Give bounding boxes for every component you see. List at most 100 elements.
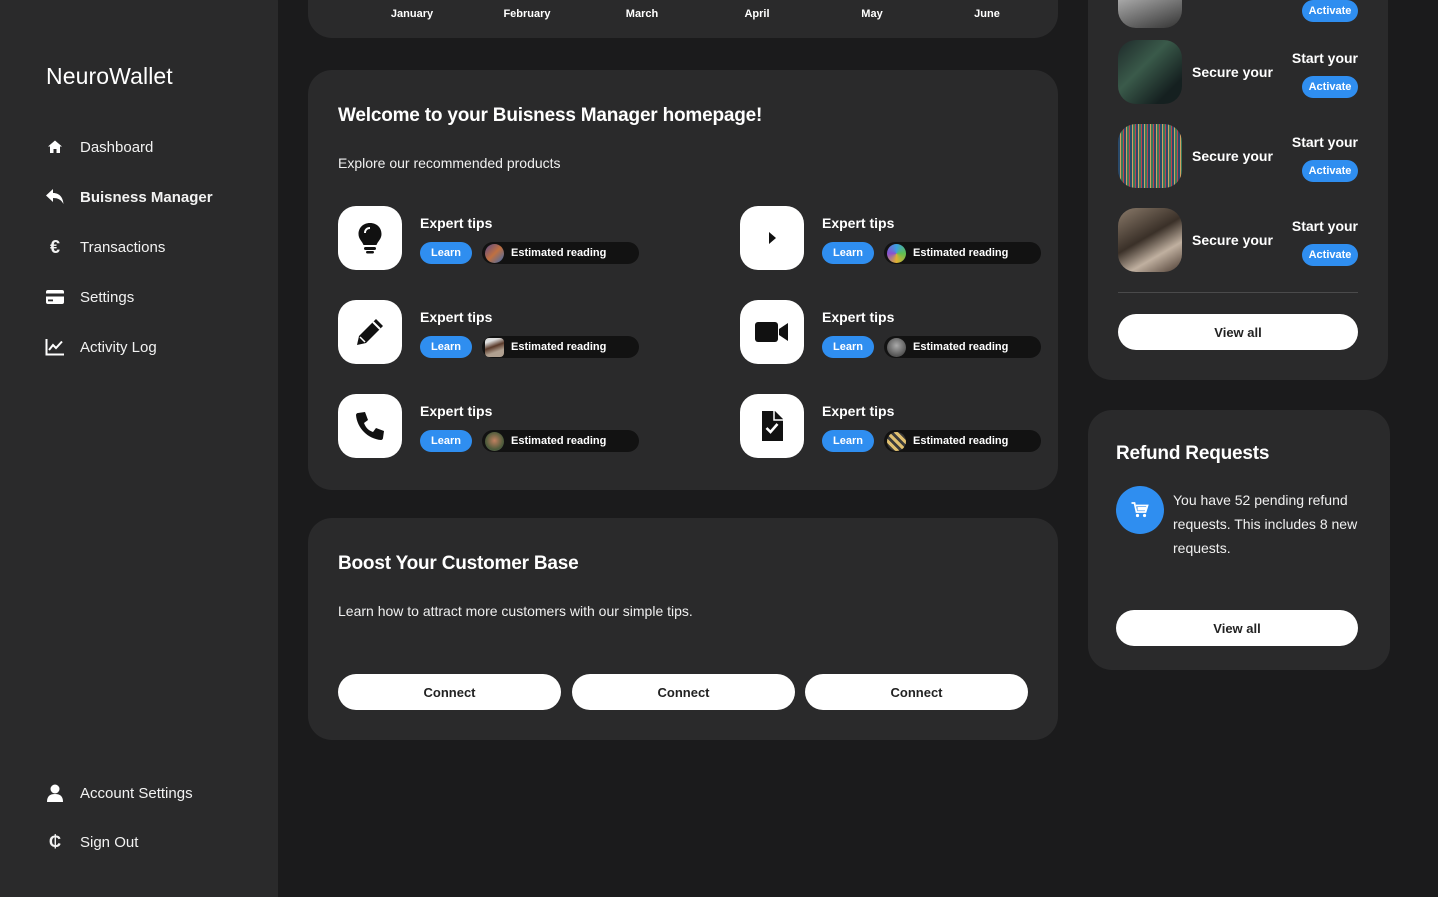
- learn-button[interactable]: Learn: [822, 242, 874, 264]
- sidebar-item-buisness-manager[interactable]: Buisness Manager: [44, 183, 213, 211]
- learn-button[interactable]: Learn: [822, 336, 874, 358]
- learn-button[interactable]: Learn: [420, 336, 472, 358]
- sidebar-item-label: Dashboard: [80, 138, 154, 156]
- month-label: January: [390, 8, 434, 20]
- sidebar-item-settings[interactable]: Settings: [44, 283, 134, 311]
- sidebar-item-label: Account Settings: [80, 784, 193, 802]
- estimated-reading-pill: Estimated reading: [884, 336, 1041, 358]
- estimated-reading-pill: Estimated reading: [482, 430, 639, 452]
- month-label: April: [744, 8, 770, 20]
- tip-title: Expert tips: [420, 215, 493, 231]
- tip-title: Expert tips: [420, 309, 493, 325]
- file-check-icon[interactable]: [740, 394, 804, 458]
- sidebar-item-label: Activity Log: [80, 338, 157, 356]
- tip-card: Expert tips Learn Estimated reading: [338, 394, 639, 458]
- phone-icon[interactable]: [338, 394, 402, 458]
- estimated-reading-pill: Estimated reading: [884, 430, 1041, 452]
- pencil-icon[interactable]: [338, 300, 402, 364]
- tip-title: Expert tips: [822, 309, 895, 325]
- lightbulb-icon[interactable]: [338, 206, 402, 270]
- chart-card: January February March April May June: [308, 0, 1058, 38]
- tip-title: Expert tips: [822, 403, 895, 419]
- learn-button[interactable]: Learn: [420, 430, 472, 452]
- play-icon[interactable]: [740, 206, 804, 270]
- welcome-card: Welcome to your Buisness Manager homepag…: [308, 70, 1058, 490]
- brand-logo: NeuroWallet: [46, 63, 173, 89]
- list-item: Secure your Start your Activate: [1118, 40, 1358, 104]
- connect-button[interactable]: Connect: [338, 674, 561, 710]
- sidebar-item-transactions[interactable]: € Transactions: [44, 233, 165, 261]
- user-icon: [44, 782, 66, 804]
- home-icon: [44, 136, 66, 158]
- estimated-reading-label: Estimated reading: [511, 247, 607, 259]
- month-label: March: [625, 8, 659, 20]
- secure-text: Secure your: [1192, 232, 1273, 248]
- estimated-reading-label: Estimated reading: [511, 435, 607, 447]
- start-text: Start your: [1291, 50, 1358, 66]
- activate-button[interactable]: Activate: [1302, 0, 1358, 22]
- secure-text: Secure your: [1192, 64, 1273, 80]
- avatar: [485, 243, 504, 263]
- tip-card: Expert tips Learn Estimated reading: [338, 206, 639, 270]
- estimated-reading-pill: Estimated reading: [482, 336, 639, 358]
- video-camera-icon[interactable]: [740, 300, 804, 364]
- refund-card: Refund Requests You have 52 pending refu…: [1088, 410, 1390, 670]
- boost-subtitle: Learn how to attract more customers with…: [338, 603, 693, 619]
- activate-button[interactable]: Activate: [1302, 76, 1358, 98]
- sidebar-item-sign-out[interactable]: ₵ Sign Out: [44, 828, 139, 856]
- list-item: Secure your Start your Activate: [1118, 208, 1358, 272]
- boost-card: Boost Your Customer Base Learn how to at…: [308, 518, 1058, 740]
- thumbnail-image: [1118, 124, 1182, 188]
- connect-button[interactable]: Connect: [572, 674, 795, 710]
- secure-card: Activate Secure your Start your Activate…: [1088, 0, 1388, 380]
- credit-card-icon: [44, 286, 66, 308]
- avatar: [887, 243, 906, 263]
- month-label: February: [503, 8, 551, 20]
- reply-arrow-icon: [44, 186, 66, 208]
- divider: [1118, 292, 1358, 293]
- boost-title: Boost Your Customer Base: [338, 553, 579, 574]
- sidebar-item-activity-log[interactable]: Activity Log: [44, 333, 157, 361]
- sidebar-item-label: Settings: [80, 288, 135, 306]
- sidebar-item-label: Transactions: [80, 238, 166, 256]
- sidebar-item-account-settings[interactable]: Account Settings: [44, 779, 193, 807]
- view-all-button[interactable]: View all: [1118, 314, 1358, 350]
- tip-title: Expert tips: [420, 403, 493, 419]
- avatar: [485, 337, 504, 357]
- welcome-title: Welcome to your Buisness Manager homepag…: [338, 105, 763, 126]
- refund-text: You have 52 pending refund requests. Thi…: [1173, 492, 1358, 556]
- tip-title: Expert tips: [822, 215, 895, 231]
- sidebar-item-label: Sign Out: [80, 833, 139, 851]
- estimated-reading-label: Estimated reading: [913, 247, 1009, 259]
- start-text: Start your: [1291, 134, 1358, 150]
- thumbnail-image: [1118, 208, 1182, 272]
- list-item: Activate: [1118, 0, 1358, 28]
- estimated-reading-pill: Estimated reading: [482, 242, 639, 264]
- month-label: June: [974, 8, 1000, 20]
- cart-icon: [1116, 486, 1164, 534]
- secure-text: Secure your: [1192, 148, 1273, 164]
- line-chart-icon: [44, 336, 66, 358]
- thumbnail-image: [1118, 40, 1182, 104]
- view-all-button[interactable]: View all: [1116, 610, 1358, 646]
- activate-button[interactable]: Activate: [1302, 160, 1358, 182]
- tip-card: Expert tips Learn Estimated reading: [740, 206, 1041, 270]
- learn-button[interactable]: Learn: [822, 430, 874, 452]
- sidebar: NeuroWallet Dashboard Buisness Manager €…: [0, 0, 278, 897]
- estimated-reading-pill: Estimated reading: [884, 242, 1041, 264]
- estimated-reading-label: Estimated reading: [913, 341, 1009, 353]
- avatar: [887, 337, 906, 357]
- euro-icon: €: [49, 236, 60, 257]
- sidebar-item-dashboard[interactable]: Dashboard: [44, 133, 153, 161]
- connect-button[interactable]: Connect: [805, 674, 1028, 710]
- estimated-reading-label: Estimated reading: [511, 341, 607, 353]
- tip-card: Expert tips Learn Estimated reading: [338, 300, 639, 364]
- estimated-reading-label: Estimated reading: [913, 435, 1009, 447]
- activate-button[interactable]: Activate: [1302, 244, 1358, 266]
- start-text: Start your: [1291, 218, 1358, 234]
- refund-title: Refund Requests: [1116, 443, 1270, 464]
- avatar: [485, 431, 504, 451]
- learn-button[interactable]: Learn: [420, 242, 472, 264]
- sidebar-item-label: Buisness Manager: [80, 188, 213, 206]
- list-item: Secure your Start your Activate: [1118, 124, 1358, 188]
